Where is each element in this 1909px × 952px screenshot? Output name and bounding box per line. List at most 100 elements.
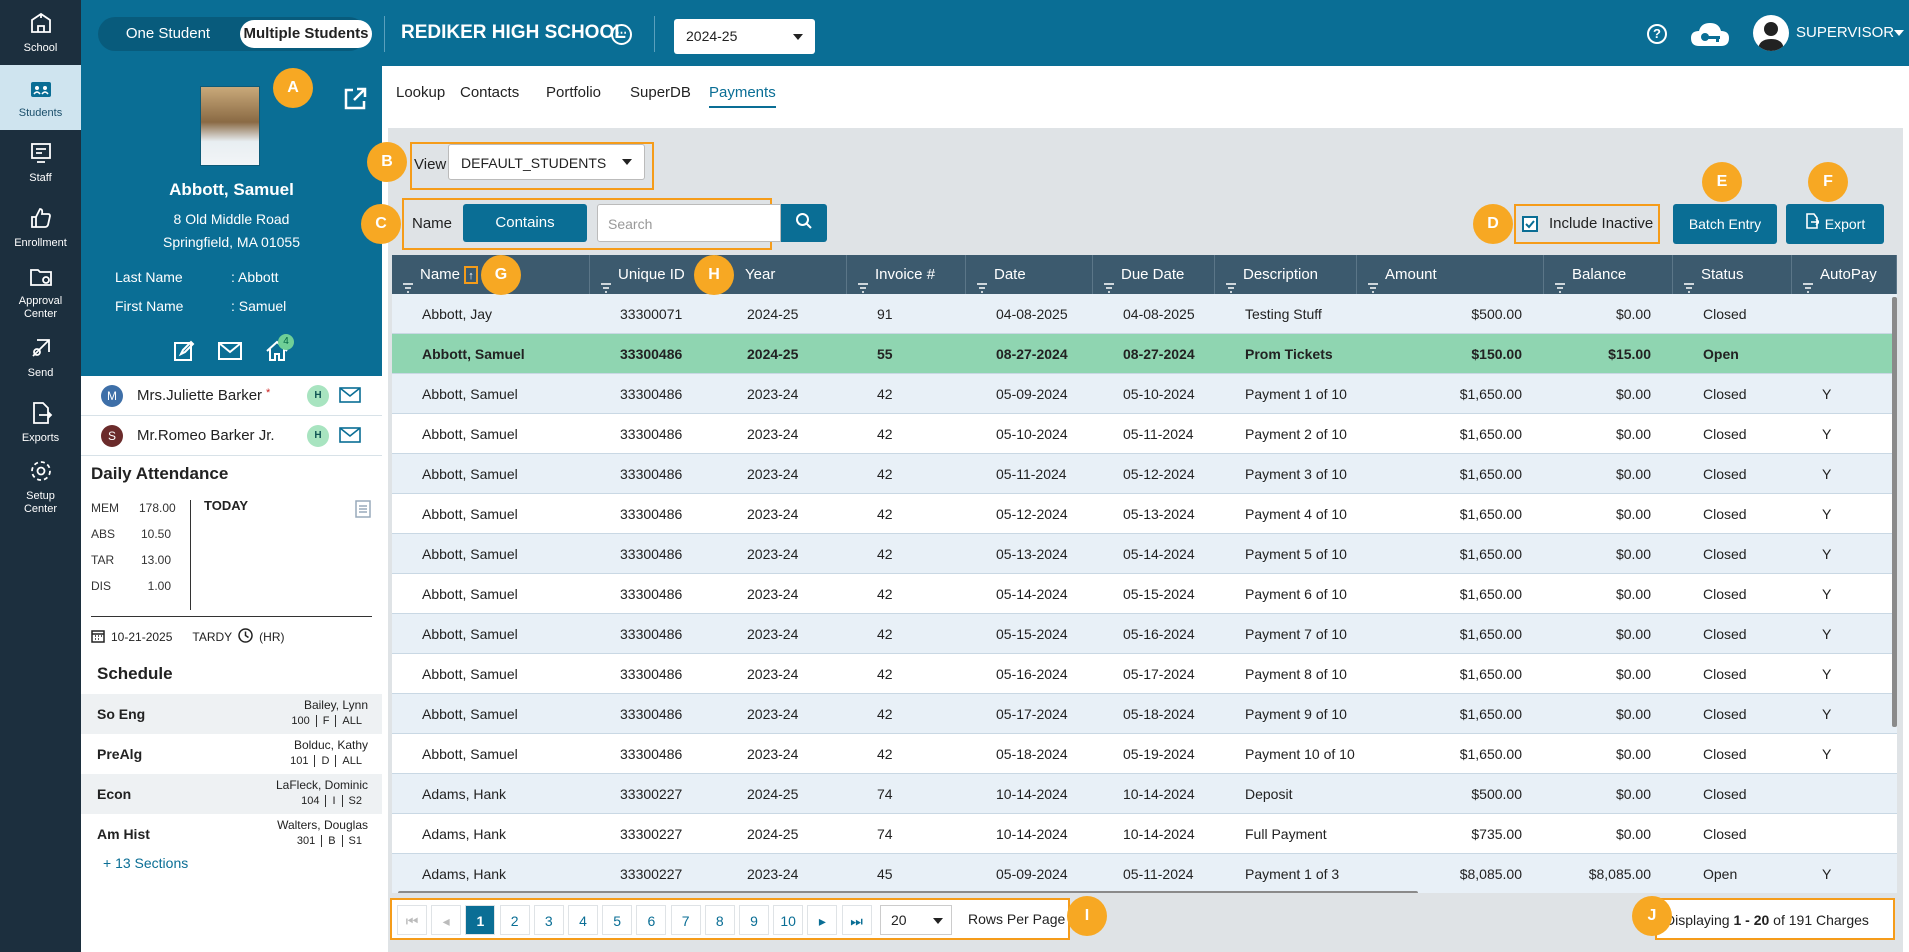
page-3-button[interactable]: 3 (533, 905, 564, 935)
page-2-button[interactable]: 2 (499, 905, 530, 935)
table-row[interactable]: Abbott, Samuel 33300486 2023-24 42 05-11-202… (392, 454, 1897, 494)
course-name: PreAlg (97, 746, 143, 762)
table-row[interactable]: Adams, Hank 33300227 2024-25 74 10-14-2024 10… (392, 814, 1897, 854)
cell-name: Abbott, Samuel (422, 466, 518, 482)
cell-status: Open (1703, 346, 1739, 362)
table-row[interactable]: Adams, Hank 33300227 2023-24 45 05-09-2024 05… (392, 854, 1897, 893)
chevron-down-icon[interactable] (1894, 30, 1904, 36)
column-header-year[interactable]: Year (705, 255, 847, 294)
page-5-button[interactable]: 5 (602, 905, 633, 935)
schedule-row[interactable]: PreAlg Bolduc, Kathy 101 D ALL (81, 734, 382, 774)
table-row[interactable]: Abbott, Samuel 33300486 2023-24 42 05-12-202… (392, 494, 1897, 534)
cell-balance: $0.00 (1615, 826, 1651, 842)
avatar[interactable] (1753, 15, 1789, 51)
include-inactive-checkbox[interactable] (1522, 216, 1538, 232)
schedule-row[interactable]: Econ LaFleck, Dominic 104 I S2 (81, 774, 382, 814)
nav-item-approval-center[interactable]: Approval Center (0, 260, 81, 325)
page-6-button[interactable]: 6 (636, 905, 667, 935)
sort-ascending-icon[interactable]: ↑ (464, 266, 479, 285)
user-name[interactable]: SUPERVISOR (1796, 24, 1894, 41)
page-9-button[interactable]: 9 (739, 905, 769, 935)
nav-item-setup-center[interactable]: Setup Center (0, 455, 81, 520)
prev-page-button[interactable]: ◂ (431, 905, 462, 935)
cell-status: Closed (1703, 666, 1747, 682)
contact-row[interactable]: S Mr.Romeo Barker Jr. H (81, 416, 382, 456)
column-header-due-date[interactable]: Due Date (1093, 255, 1215, 294)
page-7-button[interactable]: 7 (670, 905, 701, 935)
rows-per-page-value: 20 (891, 912, 907, 928)
first-page-button[interactable]: ⏮ (397, 905, 427, 935)
multiple-students-option[interactable]: Multiple Students (240, 20, 372, 48)
rows-per-page-select[interactable]: 20 (880, 905, 952, 935)
contact-initial: S (101, 425, 123, 447)
table-row[interactable]: Abbott, Samuel 33300486 2023-24 42 05-17-202… (392, 694, 1897, 734)
export-button[interactable]: Export (1786, 204, 1884, 244)
nav-item-exports[interactable]: Exports (0, 390, 81, 455)
filter-mode-button[interactable]: Contains (463, 204, 587, 242)
search-button[interactable] (781, 204, 827, 242)
cell-autopay: Y (1822, 546, 1832, 562)
schedule-row[interactable]: Am Hist Walters, Douglas 301 B S1 (81, 814, 382, 854)
table-row[interactable]: Abbott, Samuel 33300486 2023-24 42 05-14-202… (392, 574, 1897, 614)
include-inactive-label[interactable]: Include Inactive (1549, 215, 1653, 232)
table-row[interactable]: Abbott, Jay 33300071 2024-25 91 04-08-2025 04… (392, 294, 1897, 334)
table-row[interactable]: Abbott, Samuel 33300486 2023-24 42 05-18-202… (392, 734, 1897, 774)
page-4-button[interactable]: 4 (568, 905, 598, 935)
cloud-key-icon[interactable] (1689, 20, 1731, 53)
search-input[interactable]: Search (597, 204, 781, 242)
tab-payments[interactable]: Payments (709, 84, 776, 101)
view-select[interactable]: DEFAULT_STUDENTS (448, 144, 645, 180)
column-header-autopay[interactable]: AutoPay (1792, 255, 1897, 294)
table-row[interactable]: Abbott, Samuel 33300486 2023-24 42 05-16-202… (392, 654, 1897, 694)
nav-item-staff[interactable]: Staff (0, 130, 81, 195)
schedule-row[interactable]: So Eng Bailey, Lynn 100 F ALL (81, 694, 382, 734)
last-page-button[interactable]: ⏭ (841, 905, 872, 935)
chevron-down-icon (793, 34, 803, 40)
table-row[interactable]: Abbott, Samuel 33300486 2024-25 55 08-27-202… (392, 334, 1897, 374)
contact-row[interactable]: M Mrs.Juliette Barker * H (81, 376, 382, 416)
tab-lookup[interactable]: Lookup (396, 84, 445, 101)
nav-item-students[interactable]: Students (0, 65, 81, 130)
tab-superdb[interactable]: SuperDB (630, 84, 691, 101)
page-8-button[interactable]: 8 (704, 905, 735, 935)
search-icon (795, 212, 813, 235)
contact-name[interactable]: Mrs.Juliette Barker * (137, 387, 270, 404)
mail-icon[interactable] (339, 427, 361, 447)
table-row[interactable]: Abbott, Samuel 33300486 2023-24 42 05-10-202… (392, 414, 1897, 454)
table-row[interactable]: Adams, Hank 33300227 2024-25 74 10-14-2024 10… (392, 774, 1897, 814)
one-student-option[interactable]: One Student (104, 20, 232, 48)
external-link-icon[interactable] (342, 86, 368, 117)
table-row[interactable]: Abbott, Samuel 33300486 2023-24 42 05-09-202… (392, 374, 1897, 414)
column-header-balance[interactable]: Balance (1544, 255, 1673, 294)
school-menu-icon[interactable]: ⋯ (611, 24, 632, 45)
nav-item-school[interactable]: School (0, 0, 81, 65)
vertical-scrollbar[interactable] (1892, 297, 1897, 727)
cell-status: Closed (1703, 786, 1747, 802)
tab-contacts[interactable]: Contacts (460, 84, 519, 101)
help-icon[interactable]: ? (1647, 24, 1667, 44)
table-row[interactable]: Abbott, Samuel 33300486 2023-24 42 05-15-202… (392, 614, 1897, 654)
mail-icon[interactable] (217, 340, 243, 367)
column-header-amount[interactable]: Amount (1357, 255, 1544, 294)
horizontal-scrollbar[interactable] (398, 891, 1418, 893)
column-header-description[interactable]: Description (1215, 255, 1357, 294)
year-select[interactable]: 2024-25 (674, 19, 815, 54)
column-header-invoice[interactable]: Invoice # (847, 255, 966, 294)
notes-icon[interactable] (355, 500, 371, 523)
more-sections-link[interactable]: + 13 Sections (103, 855, 188, 871)
cell-amount: $150.00 (1471, 346, 1522, 362)
column-header-date[interactable]: Date (966, 255, 1093, 294)
contact-name[interactable]: Mr.Romeo Barker Jr. (137, 427, 275, 444)
page-1-button[interactable]: 1 (465, 905, 496, 935)
tab-portfolio[interactable]: Portfolio (546, 84, 601, 101)
batch-entry-button[interactable]: Batch Entry (1673, 204, 1777, 244)
nav-item-send[interactable]: Send (0, 325, 81, 390)
mail-icon[interactable] (339, 387, 361, 407)
page-10-button[interactable]: 10 (773, 905, 804, 935)
edit-icon[interactable] (173, 340, 195, 367)
table-row[interactable]: Abbott, Samuel 33300486 2023-24 42 05-13-202… (392, 534, 1897, 574)
next-page-button[interactable]: ▸ (807, 905, 838, 935)
column-header-status[interactable]: Status (1673, 255, 1792, 294)
display-prefix: Displaying (1665, 912, 1734, 928)
nav-item-enrollment[interactable]: Enrollment (0, 195, 81, 260)
